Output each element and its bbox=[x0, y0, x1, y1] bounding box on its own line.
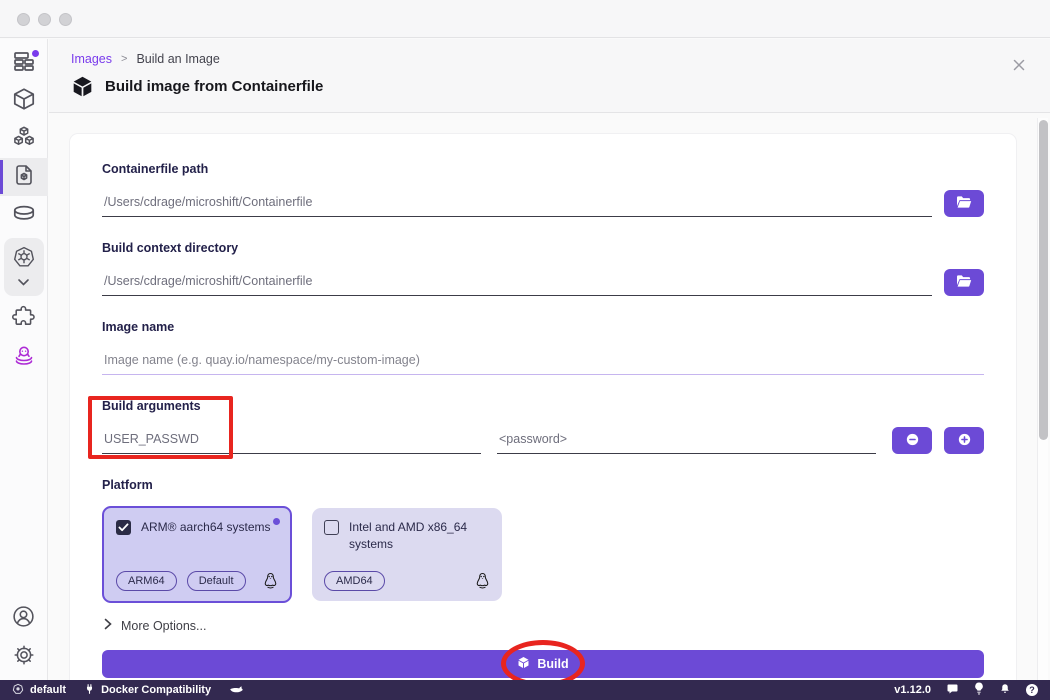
build-button-label: Build bbox=[537, 657, 568, 671]
arm64-checkbox-checked[interactable] bbox=[116, 520, 131, 535]
scrollbar-track[interactable] bbox=[1037, 118, 1048, 680]
close-window-button[interactable] bbox=[17, 13, 30, 26]
sidebar-item-settings[interactable] bbox=[0, 638, 48, 676]
platform-arm64-label: ARM® aarch64 systems bbox=[141, 519, 271, 536]
sidebar-item-images[interactable] bbox=[0, 158, 48, 196]
linux-tux-icon bbox=[263, 572, 278, 590]
sidebar-group-kubernetes[interactable] bbox=[4, 238, 44, 296]
platform-card-arm64[interactable]: ARM® aarch64 systems ARM64 Default bbox=[102, 506, 292, 603]
build-arg-value-input[interactable] bbox=[497, 428, 876, 454]
build-context-input[interactable] bbox=[102, 270, 932, 296]
breadcrumb-separator: > bbox=[121, 53, 127, 65]
docker-compatibility-label: Docker Compatibility bbox=[101, 684, 211, 696]
build-cube-icon bbox=[517, 656, 530, 672]
platform-label: Platform bbox=[102, 478, 984, 492]
more-options-toggle[interactable]: More Options... bbox=[104, 618, 984, 633]
traffic-lights bbox=[17, 13, 72, 26]
chevron-down-icon bbox=[17, 274, 30, 292]
build-arguments-label: Build arguments bbox=[102, 399, 984, 413]
breadcrumb-current: Build an Image bbox=[136, 52, 219, 66]
image-file-icon bbox=[12, 163, 36, 192]
speech-bubble-icon bbox=[946, 683, 959, 698]
zoom-window-button[interactable] bbox=[59, 13, 72, 26]
add-build-arg-button[interactable] bbox=[944, 427, 984, 454]
remove-build-arg-button[interactable] bbox=[892, 427, 932, 454]
amd64-checkbox-unchecked[interactable] bbox=[324, 520, 339, 535]
volumes-cylinder-icon bbox=[11, 200, 37, 231]
folder-open-icon bbox=[956, 274, 972, 291]
containerfile-path-label: Containerfile path bbox=[102, 162, 984, 176]
help-item[interactable]: ? bbox=[1026, 684, 1038, 696]
browse-context-button[interactable] bbox=[944, 269, 984, 296]
field-platform: Platform ARM® aarch64 systems ARM64 Defa… bbox=[102, 478, 984, 603]
pods-icon bbox=[11, 124, 37, 155]
build-form-card: Containerfile path Build context directo… bbox=[69, 133, 1017, 680]
kube-context-item[interactable]: default bbox=[12, 683, 66, 698]
field-containerfile-path: Containerfile path bbox=[102, 162, 984, 217]
notification-dot bbox=[32, 50, 39, 57]
sidebar-item-containers[interactable] bbox=[0, 82, 48, 120]
kubernetes-context-icon bbox=[12, 683, 24, 698]
browse-containerfile-button[interactable] bbox=[944, 190, 984, 217]
notifications-item[interactable] bbox=[999, 683, 1011, 698]
content-area: Containerfile path Build context directo… bbox=[49, 114, 1050, 680]
field-build-context: Build context directory bbox=[102, 241, 984, 296]
build-context-label: Build context directory bbox=[102, 241, 984, 255]
sidebar-item-pods[interactable] bbox=[0, 120, 48, 158]
platform-amd64-label: Intel and AMD x86_64 systems bbox=[349, 519, 490, 554]
arch-badge-arm64: ARM64 bbox=[116, 571, 177, 591]
sidebar-item-extensions[interactable] bbox=[0, 300, 48, 338]
page-title: Build image from Containerfile bbox=[105, 78, 323, 95]
minus-circle-icon bbox=[904, 431, 921, 451]
whale-icon bbox=[229, 683, 243, 697]
page-header: Images > Build an Image Build image from… bbox=[49, 39, 1050, 113]
containerfile-path-input[interactable] bbox=[102, 191, 932, 217]
sidebar-item-volumes[interactable] bbox=[0, 196, 48, 234]
linux-tux-icon bbox=[475, 572, 490, 590]
field-build-arguments: Build arguments bbox=[102, 399, 984, 454]
version-label: v1.12.0 bbox=[894, 684, 931, 696]
folder-open-icon bbox=[956, 195, 972, 212]
sidebar-item-ai-lab[interactable] bbox=[0, 338, 48, 376]
docker-compatibility-item[interactable]: Docker Compatibility bbox=[84, 683, 211, 698]
default-indicator-dot bbox=[273, 518, 280, 525]
gear-icon bbox=[12, 643, 36, 672]
more-options-label: More Options... bbox=[121, 619, 206, 633]
build-arg-key-input[interactable] bbox=[102, 428, 481, 454]
docker-whale-item[interactable] bbox=[229, 683, 243, 697]
plus-circle-icon bbox=[956, 431, 973, 451]
bell-icon bbox=[999, 683, 1011, 698]
build-cube-icon bbox=[71, 75, 94, 98]
image-name-input[interactable] bbox=[102, 349, 984, 375]
sidebar bbox=[0, 39, 48, 680]
kube-context-label: default bbox=[30, 684, 66, 696]
account-icon bbox=[11, 604, 36, 634]
arch-badge-amd64: AMD64 bbox=[324, 571, 385, 591]
feedback-item[interactable] bbox=[946, 683, 959, 698]
default-badge: Default bbox=[187, 571, 246, 591]
image-name-label: Image name bbox=[102, 320, 984, 334]
minimize-window-button[interactable] bbox=[38, 13, 51, 26]
sidebar-item-dashboard[interactable] bbox=[0, 44, 48, 82]
platform-card-amd64[interactable]: Intel and AMD x86_64 systems AMD64 bbox=[312, 508, 502, 601]
question-circle-icon: ? bbox=[1026, 684, 1038, 696]
ai-lab-icon bbox=[12, 343, 36, 372]
kubernetes-icon bbox=[12, 245, 36, 274]
lightbulb-icon bbox=[974, 682, 984, 698]
breadcrumb-images-link[interactable]: Images bbox=[71, 52, 112, 66]
sidebar-item-account[interactable] bbox=[0, 600, 48, 638]
chevron-right-icon bbox=[104, 618, 112, 633]
window-titlebar bbox=[0, 0, 1050, 38]
field-image-name: Image name bbox=[102, 320, 984, 375]
container-cube-icon bbox=[11, 86, 37, 117]
build-button[interactable]: Build bbox=[102, 650, 984, 678]
puzzle-icon bbox=[11, 304, 36, 334]
status-bar: default Docker Compatibility v1.12.0 bbox=[0, 680, 1050, 700]
scrollbar-thumb[interactable] bbox=[1039, 120, 1048, 440]
plug-icon bbox=[84, 683, 95, 698]
tips-item[interactable] bbox=[974, 682, 984, 698]
close-page-icon[interactable] bbox=[1012, 58, 1026, 72]
breadcrumb: Images > Build an Image bbox=[71, 52, 220, 66]
